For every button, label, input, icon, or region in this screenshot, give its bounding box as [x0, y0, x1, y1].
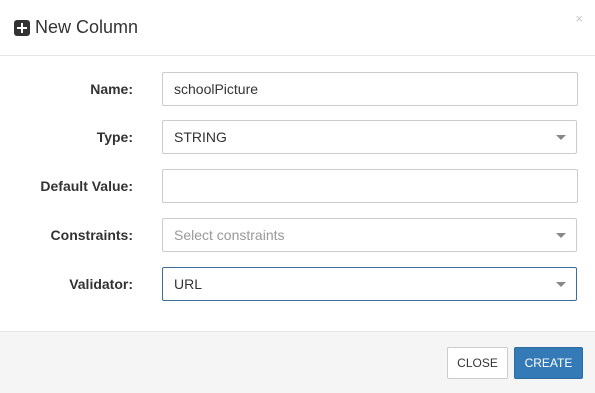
dialog-header: New Column ×: [0, 0, 595, 56]
name-row: Name:: [0, 72, 595, 106]
constraints-row: Constraints: Select constraints: [0, 218, 595, 252]
type-select-value: STRING: [174, 129, 227, 145]
name-input[interactable]: [162, 72, 578, 106]
validator-select-value: URL: [174, 276, 203, 292]
plus-square-icon: [14, 20, 30, 36]
name-label: Name:: [90, 81, 133, 97]
type-row: Type: STRING: [0, 120, 595, 154]
chevron-down-icon: [556, 282, 566, 287]
close-icon[interactable]: ×: [575, 12, 583, 26]
chevron-down-icon: [556, 233, 566, 238]
constraints-placeholder: Select constraints: [174, 227, 285, 243]
dialog-title: New Column: [35, 17, 139, 37]
validator-row: Validator: URL: [0, 267, 595, 301]
close-button[interactable]: CLOSE: [447, 347, 508, 379]
new-column-dialog: New Column × Name: Type: STRING Default …: [0, 0, 595, 393]
constraints-select[interactable]: Select constraints: [162, 218, 577, 252]
constraints-label: Constraints:: [50, 227, 133, 243]
validator-select[interactable]: URL: [162, 267, 577, 301]
default-value-label: Default Value:: [40, 178, 133, 194]
dialog-body: Name: Type: STRING Default Value: Constr…: [0, 56, 595, 331]
chevron-down-icon: [556, 135, 566, 140]
type-label: Type:: [96, 129, 133, 145]
default-value-input[interactable]: [162, 169, 578, 203]
create-button[interactable]: CREATE: [514, 347, 583, 379]
default-value-row: Default Value:: [0, 169, 595, 203]
type-select[interactable]: STRING: [162, 120, 577, 154]
validator-label: Validator:: [69, 276, 133, 292]
dialog-footer: CLOSE CREATE: [0, 331, 595, 393]
